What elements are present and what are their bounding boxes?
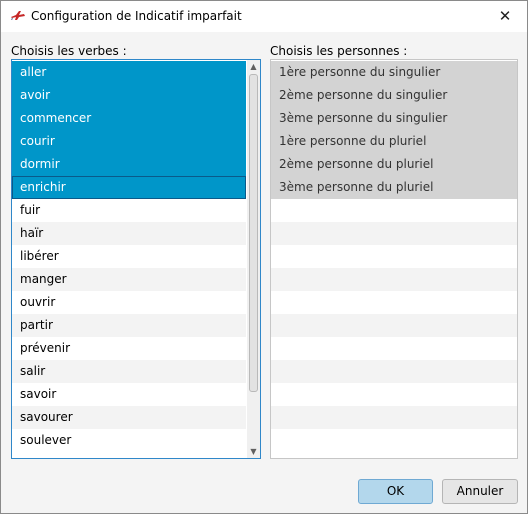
- person-item[interactable]: 2ème personne du singulier: [271, 84, 517, 107]
- scroll-thumb[interactable]: [249, 74, 258, 392]
- person-item[interactable]: 3ème personne du singulier: [271, 107, 517, 130]
- verb-item[interactable]: enrichir: [12, 176, 246, 199]
- empty-row: [271, 360, 517, 383]
- empty-row: [271, 245, 517, 268]
- close-icon[interactable]: ✕: [483, 1, 527, 32]
- title-bar: Configuration de Indicatif imparfait ✕: [1, 1, 527, 32]
- verb-item[interactable]: ouvrir: [12, 291, 246, 314]
- empty-row: [271, 291, 517, 314]
- window-title: Configuration de Indicatif imparfait: [31, 9, 242, 23]
- verb-item[interactable]: soulever: [12, 429, 246, 452]
- person-item[interactable]: 1ère personne du pluriel: [271, 130, 517, 153]
- verb-item[interactable]: prévenir: [12, 337, 246, 360]
- ok-button[interactable]: OK: [358, 479, 433, 504]
- airplane-icon: [10, 9, 26, 21]
- person-item[interactable]: 3ème personne du pluriel: [271, 176, 517, 199]
- verbs-label: Choisis les verbes :: [11, 44, 127, 58]
- verb-item[interactable]: commencer: [12, 107, 246, 130]
- empty-row: [271, 337, 517, 360]
- empty-row: [271, 314, 517, 337]
- verbs-scrollbar[interactable]: ▲ ▼: [247, 60, 260, 458]
- verbs-list[interactable]: soulever savourer savoir salir prévenir parti…: [11, 59, 261, 459]
- persons-label: Choisis les personnes :: [270, 44, 408, 58]
- verb-item[interactable]: dormir: [12, 153, 246, 176]
- scroll-up-icon[interactable]: ▲: [247, 60, 260, 73]
- verb-item[interactable]: libérer: [12, 245, 246, 268]
- verb-item[interactable]: aller: [12, 61, 246, 84]
- person-item[interactable]: 2ème personne du pluriel: [271, 153, 517, 176]
- verb-item[interactable]: haïr: [12, 222, 246, 245]
- verb-item[interactable]: partir: [12, 314, 246, 337]
- verb-item[interactable]: manger: [12, 268, 246, 291]
- scroll-down-icon[interactable]: ▼: [247, 445, 260, 458]
- verb-item[interactable]: savourer: [12, 406, 246, 429]
- persons-list[interactable]: 1ère personne du singulier 2ème personne …: [270, 59, 518, 459]
- verb-item[interactable]: courir: [12, 130, 246, 153]
- empty-row: [271, 199, 517, 222]
- person-item[interactable]: 1ère personne du singulier: [271, 61, 517, 84]
- dialog-window: Configuration de Indicatif imparfait ✕ C…: [0, 0, 528, 514]
- cancel-button[interactable]: Annuler: [442, 479, 518, 504]
- empty-row: [271, 429, 517, 452]
- verb-item[interactable]: salir: [12, 360, 246, 383]
- verb-item[interactable]: avoir: [12, 84, 246, 107]
- empty-row: [271, 406, 517, 429]
- empty-row: [271, 268, 517, 291]
- empty-row: [271, 222, 517, 245]
- verb-item[interactable]: fuir: [12, 199, 246, 222]
- empty-row: [271, 383, 517, 406]
- verb-item[interactable]: savoir: [12, 383, 246, 406]
